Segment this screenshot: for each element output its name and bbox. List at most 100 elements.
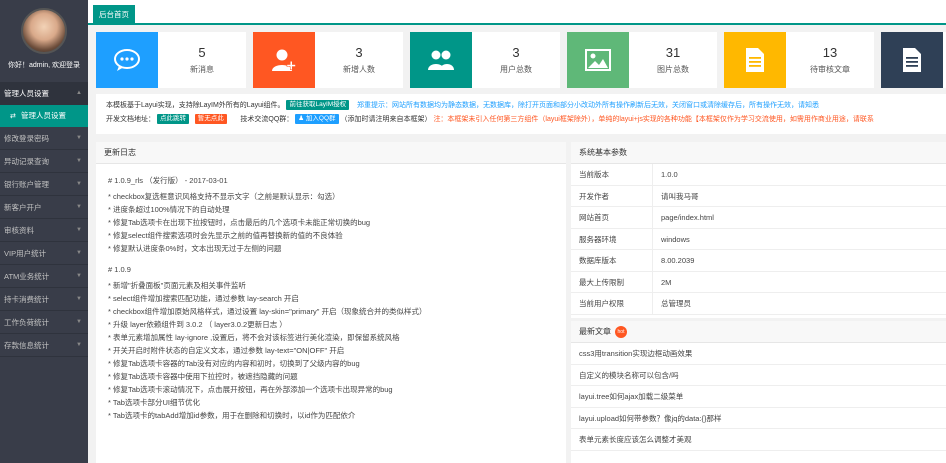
tab-home[interactable]: 后台首页: [93, 5, 135, 25]
sidebar-item-label: ATM业务统计: [4, 272, 50, 281]
chevron-down-icon: ▼: [76, 250, 82, 256]
table-row: 开发作者 请叫我马哥: [571, 185, 946, 207]
param-value: 1.0.0: [661, 170, 678, 179]
chevron-down-icon: ▼: [76, 319, 82, 325]
sidebar-item-label: 修改登录密码: [4, 134, 49, 143]
stat-value: 31: [665, 45, 681, 60]
avatar[interactable]: [21, 8, 67, 54]
table-row: 服务器环境 windows: [571, 228, 946, 250]
join-qq-button[interactable]: ♟ 加入QQ群: [295, 114, 339, 125]
qq-icon: ♟: [298, 115, 306, 123]
sidebar-item-vip-stats[interactable]: VIP用户统计 ▼: [0, 242, 88, 265]
article-link[interactable]: 表单元素长度应该怎么调整才美观: [571, 429, 946, 451]
log-line: * checkbox组件增加原始风格样式，通过设置 lay-skin="prim…: [108, 307, 427, 316]
chevron-down-icon: ▼: [76, 158, 82, 164]
chevron-down-icon: ▼: [76, 181, 82, 187]
log-line: * checkbox复选框意识风格支持不显示文字（之前是默认显示：勾选）: [108, 192, 340, 201]
doc-link-button[interactable]: 点此跳转: [156, 114, 189, 125]
sidebar-item-workload-stats[interactable]: 工作负荷统计 ▼: [0, 311, 88, 334]
table-row: 数据库版本 8.00.2039: [571, 250, 946, 272]
stat-value: 13: [822, 45, 838, 60]
qq-label: 技术交流QQ群：: [240, 116, 294, 123]
panel-title: 更新日志: [96, 142, 566, 164]
article-link[interactable]: layui.tree如何ajax加载二级菜单: [571, 386, 946, 408]
sidebar-item-admin-settings[interactable]: 管理人员设置 ▲: [0, 82, 88, 105]
notice-line-1: 本模板基于Layui实现，支持除LayIM外所有的Layui组件。 前往获取La…: [106, 99, 936, 113]
log-version-heading: # 1.0.9_rls （发行版） - 2017-03-01: [108, 176, 228, 185]
top-tab-bar: 后台首页: [88, 0, 946, 25]
stat-card-total-users[interactable]: 3 用户总数: [410, 32, 560, 88]
sidebar-item-deposit-stats[interactable]: 存款信息统计 ▼: [0, 334, 88, 357]
stat-label: 用户总数: [500, 65, 532, 74]
param-key: 当前用户权限: [571, 293, 653, 314]
sidebar-item-label: 银行账户管理: [4, 180, 49, 189]
sidebar-item-label: 工作负荷统计: [4, 318, 49, 327]
stat-value: 3: [512, 45, 520, 60]
stats-row: 5 新消息 3 新增人数 3 用户总数 31 图片总数 13 待审核文章: [96, 32, 946, 88]
notice-line-2: 开发文档地址： 点此跳转 暂无点此 技术交流QQ群： ♟ 加入QQ群 （添加时请…: [106, 113, 936, 127]
chevron-down-icon: ▼: [76, 273, 82, 279]
param-value: 2M: [661, 277, 672, 287]
sidebar-item-review[interactable]: 审核资料 ▼: [0, 219, 88, 242]
sidebar-item-change-records[interactable]: 异动记录查询 ▼: [0, 150, 88, 173]
user-box: 你好！admin, 欢迎登录: [0, 0, 88, 82]
param-value: windows: [661, 234, 690, 244]
stat-card-pending-articles[interactable]: 13 待审核文章: [724, 32, 874, 88]
sidebar-item-bank-accounts[interactable]: 银行账户管理 ▼: [0, 173, 88, 196]
panel-title: 系统基本参数: [571, 142, 946, 164]
stat-card-extra[interactable]: [881, 32, 946, 88]
stat-card-new-users[interactable]: 3 新增人数: [253, 32, 403, 88]
stat-label: 新增人数: [343, 65, 375, 74]
chevron-down-icon: ▼: [76, 204, 82, 210]
sidebar-item-label: 管理人员设置: [4, 89, 49, 98]
log-line: * 新增"折叠面板"页面元素及相关事件监听: [108, 281, 246, 290]
doc-link-button-2[interactable]: 暂无点此: [194, 114, 227, 125]
latest-articles-panel: 最新文章 hot css3用transition实现边框动画效果 自定义的模块名称…: [571, 321, 946, 463]
sidebar-item-label: 持卡消费统计: [4, 295, 49, 304]
log-line: * 修复默认进度条0%时，文本出现无过于左侧的问题: [108, 244, 282, 253]
param-key: 数据库版本: [571, 250, 653, 271]
layim-auth-button[interactable]: 前往获取LayIM授权: [286, 100, 350, 111]
table-row: 当前版本 1.0.0: [571, 164, 946, 186]
stat-card-images[interactable]: 31 图片总数: [567, 32, 717, 88]
log-version-heading: # 1.0.9: [108, 265, 131, 274]
sidebar-subitem-admin-settings[interactable]: ⇄ 管理人员设置: [0, 105, 88, 127]
users-icon: [410, 32, 472, 88]
user-greeting: 你好！admin, 欢迎登录: [8, 62, 80, 69]
stat-card-messages[interactable]: 5 新消息: [96, 32, 246, 88]
sidebar-item-card-stats[interactable]: 持卡消费统计 ▼: [0, 288, 88, 311]
article-link[interactable]: layui.upload如何带参数？像jq的data:{}那样: [571, 408, 946, 429]
table-row: 网站首页 page/index.html: [571, 207, 946, 229]
log-line: * 修复Tab选项卡容器中使用下拉控时，被遮挡隐藏的问题: [108, 372, 298, 381]
log-line: * 表单元素增加属性 lay-ignore ,设置后，将不会对该标签进行美化渲染…: [108, 333, 400, 342]
log-line: * 修复select组件搜索选项时会先显示之前的值再替换新的值的不良体验: [108, 231, 343, 240]
param-key: 网站首页: [571, 207, 653, 228]
param-value: 8.00.2039: [661, 256, 695, 265]
param-key: 开发作者: [571, 185, 653, 206]
param-key: 当前版本: [571, 164, 653, 185]
sidebar-item-label: 新客户开户: [4, 203, 42, 212]
sidebar-item-label: VIP用户统计: [4, 249, 47, 258]
log-line: * 修复Tab选项卡在出现下拉按钮时，点击最后的几个选项卡未能正常切换的bug: [108, 218, 371, 227]
stat-label: 图片总数: [657, 65, 689, 74]
system-params-panel: 系统基本参数 当前版本 1.0.0 开发作者 请叫我马哥 网站首页 page/inde…: [571, 142, 946, 318]
qq-note: （添加时请注明来自本框架）: [340, 116, 432, 123]
sidebar-subitem-label: 管理人员设置: [20, 111, 66, 120]
notice-tip: 郑重提示：网站所有数据均为静态数据，无数据库，除打开页面和部分小改动外所有操作刷…: [356, 102, 819, 109]
sidebar-item-change-password[interactable]: 修改登录密码 ▼: [0, 127, 88, 150]
article-link[interactable]: css3用transition实现边框动画效果: [571, 343, 946, 365]
param-key: 最大上传限制: [571, 271, 653, 292]
document-icon: [881, 32, 943, 88]
sidebar-item-new-account[interactable]: 新客户开户 ▼: [0, 196, 88, 219]
table-row: 当前用户权限 总管理员: [571, 293, 946, 315]
log-line: * 修复Tab选项卡滚动情况下，点击展开按钮，再在外部添加一个选项卡出现异常的b…: [108, 385, 393, 394]
log-line: * 修复Tab选项卡容器的Tab没有对应的内容和初时，切换到了父级内容的bug: [108, 359, 360, 368]
chevron-down-icon: ▼: [76, 342, 82, 348]
sidebar-item-atm-stats[interactable]: ATM业务统计 ▼: [0, 265, 88, 288]
document-icon: [724, 32, 786, 88]
stat-label: 待审核文章: [810, 65, 850, 74]
article-link[interactable]: 自定义的模块名称可以包含/吗: [571, 365, 946, 386]
hot-badge: hot: [615, 325, 627, 338]
log-line: * 开关开启时附件状态的自定义文本，通过参数 lay-text="ON|OFF"…: [108, 346, 345, 355]
notice-warning: 注：本框架未引入任何第三方组件（layui框架除外），单纯的layui+js实现…: [433, 116, 874, 123]
